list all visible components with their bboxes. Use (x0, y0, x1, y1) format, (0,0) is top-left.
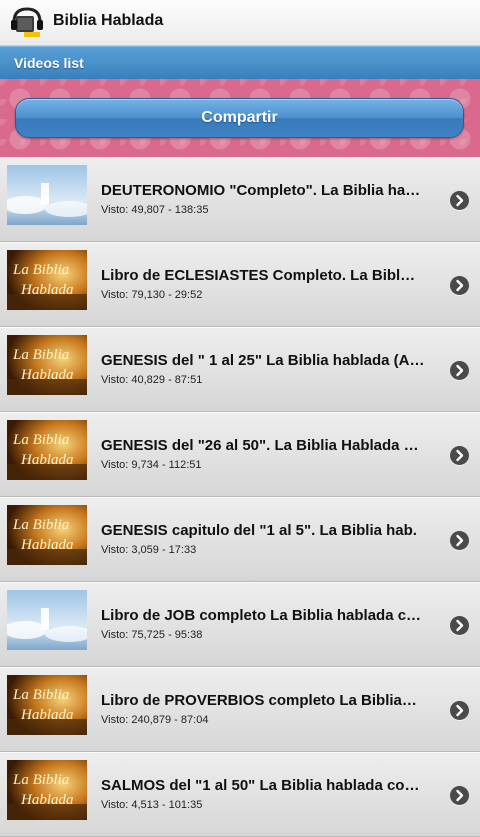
thumb-line-2: Hablada (20, 367, 74, 383)
video-title: GENESIS capitulo del "1 al 5". La Biblia… (101, 522, 417, 539)
video-meta: Visto: 49,807 - 138:35 (101, 204, 209, 216)
video-thumbnail: La Biblia Hablada (7, 335, 87, 395)
thumb-line-1: La Biblia (12, 772, 69, 788)
video-title: GENESIS del "26 al 50". La Biblia Hablad… (101, 437, 419, 454)
thumb-line-2: Hablada (20, 452, 74, 468)
video-list-item[interactable]: La Biblia Hablada Libro de ECLESIASTES Com… (0, 242, 480, 327)
thumb-line-2: Hablada (20, 792, 74, 808)
video-meta: Visto: 4,513 - 101:35 (101, 799, 203, 811)
share-banner: Compartir (0, 79, 480, 157)
chevron-right-icon[interactable] (450, 531, 469, 550)
video-thumbnail (7, 165, 87, 225)
thumb-line-2: Hablada (20, 282, 74, 298)
thumb-line-1: La Biblia (12, 432, 69, 448)
video-list: DEUTERONOMIO "Completo". La Biblia ha… Vi… (0, 157, 480, 837)
video-title: DEUTERONOMIO "Completo". La Biblia ha… (101, 182, 421, 199)
chevron-right-icon[interactable] (450, 616, 469, 635)
video-thumbnail: La Biblia Hablada (7, 505, 87, 565)
video-list-item[interactable]: La Biblia Hablada SALMOS del "1 al 50" La … (0, 752, 480, 837)
video-list-item[interactable]: Libro de JOB completo La Biblia hablada … (0, 582, 480, 667)
video-list-item[interactable]: La Biblia Hablada GENESIS capitulo del "1 … (0, 497, 480, 582)
app-title: Biblia Hablada (53, 12, 164, 29)
video-title: Libro de JOB completo La Biblia hablada … (101, 607, 422, 624)
chevron-right-icon[interactable] (450, 191, 469, 210)
video-thumbnail (7, 590, 87, 650)
chevron-right-icon[interactable] (450, 786, 469, 805)
video-meta: Visto: 75,725 - 95:38 (101, 629, 203, 641)
video-list-item[interactable]: La Biblia Hablada GENESIS del " 1 al 25" L… (0, 327, 480, 412)
video-meta: Visto: 40,829 - 87:51 (101, 374, 203, 386)
videos-list-title: Videos list (14, 55, 84, 71)
share-button[interactable]: Compartir (15, 98, 464, 138)
video-title: Libro de ECLESIASTES Completo. La Bibl… (101, 267, 416, 284)
video-list-item[interactable]: DEUTERONOMIO "Completo". La Biblia ha… Vi… (0, 157, 480, 242)
video-meta: Visto: 240,879 - 87:04 (101, 714, 209, 726)
video-thumbnail: La Biblia Hablada (7, 760, 87, 820)
video-meta: Visto: 79,130 - 29:52 (101, 289, 203, 301)
thumb-line-1: La Biblia (12, 687, 69, 703)
video-thumbnail: La Biblia Hablada (7, 420, 87, 480)
thumb-line-2: Hablada (20, 707, 74, 723)
video-meta: Visto: 9,734 - 112:51 (101, 459, 202, 471)
app-title-bar: Biblia Hablada (0, 0, 480, 46)
chevron-right-icon[interactable] (450, 701, 469, 720)
video-thumbnail: La Biblia Hablada (7, 675, 87, 735)
video-list-item[interactable]: La Biblia Hablada Libro de PROVERBIOS comp… (0, 667, 480, 752)
chevron-right-icon[interactable] (450, 361, 469, 380)
thumb-line-1: La Biblia (12, 262, 69, 278)
video-list-item[interactable]: La Biblia Hablada GENESIS del "26 al 50". … (0, 412, 480, 497)
video-thumbnail: La Biblia Hablada (7, 250, 87, 310)
video-title: SALMOS del "1 al 50" La Biblia hablada c… (101, 777, 420, 794)
thumb-line-2: Hablada (20, 537, 74, 553)
thumb-line-1: La Biblia (12, 347, 69, 363)
chevron-right-icon[interactable] (450, 446, 469, 465)
headphones-bible-icon (10, 6, 44, 38)
video-title: GENESIS del " 1 al 25" La Biblia hablada… (101, 352, 425, 369)
chevron-right-icon[interactable] (450, 276, 469, 295)
videos-list-header: Videos list (0, 46, 480, 79)
video-title: Libro de PROVERBIOS completo La Biblia… (101, 692, 417, 709)
thumb-line-1: La Biblia (12, 517, 69, 533)
video-meta: Visto: 3,059 - 17:33 (101, 544, 197, 556)
